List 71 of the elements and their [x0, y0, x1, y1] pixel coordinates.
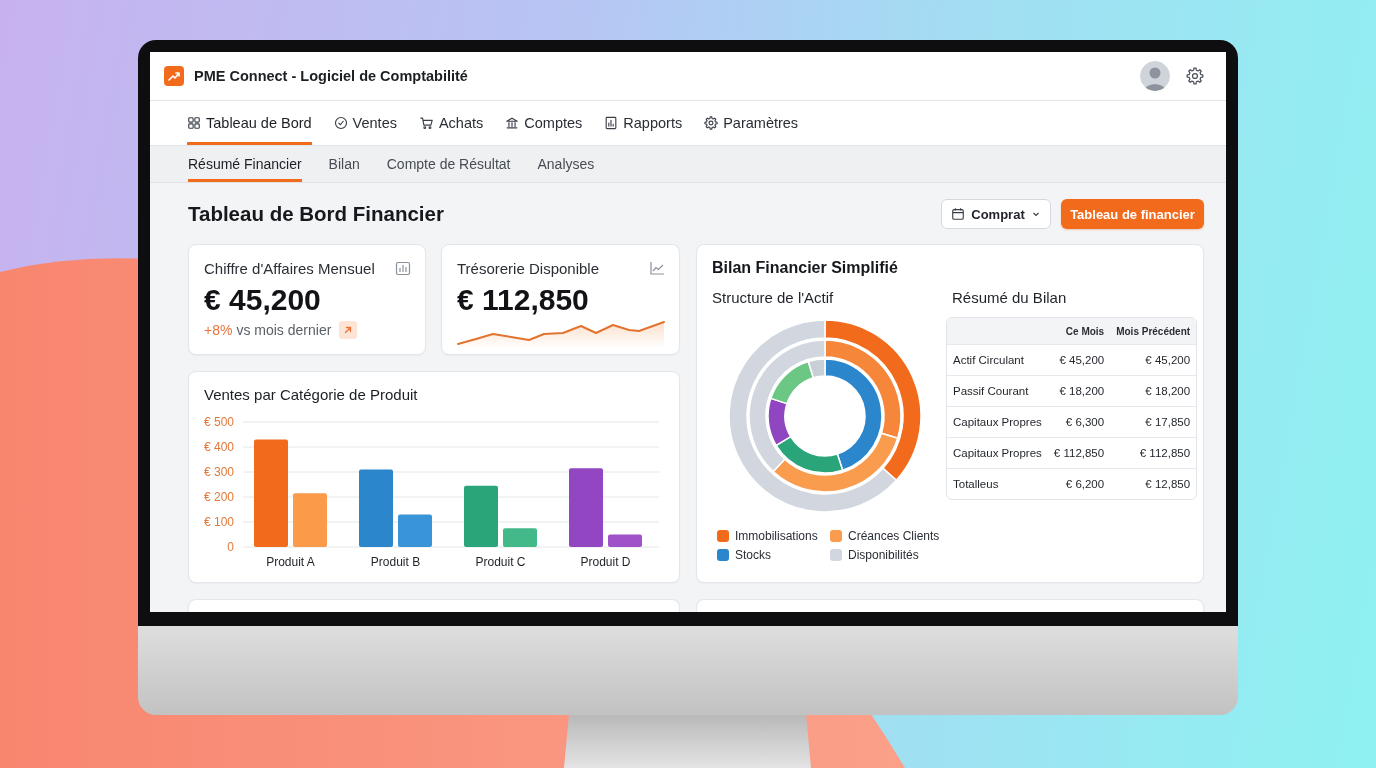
- bar: [503, 528, 537, 547]
- axis-tick-label: € 200: [204, 490, 234, 504]
- logo-icon: [164, 66, 184, 86]
- axis-tick-label: € 100: [204, 515, 234, 529]
- axis-tick-label: € 500: [204, 415, 234, 429]
- table-cell: € 18,200: [1047, 375, 1111, 406]
- legend-label: Disponibilités: [848, 548, 919, 562]
- report-icon: [604, 116, 619, 130]
- category-label: Produit C: [475, 555, 526, 569]
- settings-icon[interactable]: [1186, 67, 1204, 85]
- table-cell: € 6,200: [1047, 468, 1111, 499]
- kpi-value: € 45,200: [204, 284, 322, 316]
- table-cell: € 18,200: [1110, 375, 1197, 406]
- axis-tick-label: € 300: [204, 465, 234, 479]
- kpi-change-label: vs mois dernier: [236, 322, 332, 338]
- cart-icon: [418, 116, 434, 130]
- nav-tab[interactable]: Ventes: [333, 101, 397, 145]
- bar: [398, 514, 432, 547]
- page-title: Tableau de Bord Financier: [188, 202, 444, 226]
- nav-tab[interactable]: Achats: [418, 101, 484, 145]
- bank-icon: [505, 116, 520, 130]
- axis-tick-label: € 400: [204, 440, 234, 454]
- arrow-up-right-icon: [339, 321, 358, 339]
- line-chart-icon: [649, 260, 665, 276]
- kpi-label: Trésorerie Disponible: [457, 259, 599, 277]
- table-cell: € 17,850: [1110, 406, 1197, 437]
- chart-title: Ventes par Catégorie de Produit: [204, 386, 419, 404]
- avatar-icon[interactable]: [1140, 61, 1170, 91]
- row-label: Passif Courant: [947, 375, 1048, 406]
- table-cell: € 12,850: [1110, 468, 1197, 499]
- settings-icon: [704, 116, 719, 130]
- table-cell: € 112,850: [1047, 437, 1111, 468]
- column-header: Mois Précédent: [1110, 318, 1197, 344]
- nav-tab[interactable]: Paramètres: [704, 101, 799, 145]
- period-dropdown[interactable]: Comprat: [941, 199, 1051, 229]
- legend-label: Immobilisations: [735, 529, 818, 543]
- legend-label: Créances Clients: [848, 529, 940, 543]
- sub-tab[interactable]: Compte de Résultat: [386, 146, 511, 182]
- section-title: Résumé du Bilan: [952, 289, 1068, 307]
- sub-tab[interactable]: Résumé Financier: [188, 146, 302, 182]
- legend-label: Stocks: [735, 548, 771, 562]
- column-header: Ce Mois: [1047, 318, 1111, 344]
- app-title: PME Connect - Logiciel de Comptabilité: [194, 68, 468, 84]
- axis-tick-label: 0: [227, 540, 234, 554]
- grid-icon: [187, 116, 201, 130]
- kpi-label: Chiffre d'Affaires Mensuel: [204, 259, 375, 277]
- calendar-icon: [951, 207, 966, 221]
- table-cell: € 6,300: [1047, 406, 1111, 437]
- bar-chart-icon: [395, 260, 411, 276]
- category-label: Produit A: [266, 555, 315, 569]
- table-cell: € 112,850: [1110, 437, 1197, 468]
- table-cell: € 45,200: [1110, 344, 1197, 375]
- table-cell: € 45,200: [1047, 344, 1111, 375]
- row-label: Capitaux Propres: [947, 406, 1048, 437]
- row-label: Actif Circulant: [947, 344, 1048, 375]
- bar: [464, 485, 498, 547]
- sub-tab[interactable]: Bilan: [328, 146, 360, 182]
- category-label: Produit D: [580, 555, 631, 569]
- row-label: Capitaux Propres: [947, 437, 1048, 468]
- kpi-value: € 112,850: [457, 284, 590, 316]
- category-label: Produit B: [370, 555, 421, 569]
- kpi-change: +8%: [204, 322, 233, 338]
- card-title: Bilan Financier Simplifié: [712, 259, 899, 277]
- check-circle-icon: [333, 116, 348, 130]
- section-title: Structure de l'Actif: [712, 289, 835, 307]
- row-label: Totalleus: [947, 468, 1048, 499]
- sub-tab[interactable]: Analyses: [537, 146, 595, 182]
- nav-tab[interactable]: Rapports: [604, 101, 683, 145]
- nav-tab[interactable]: Comptes: [505, 101, 583, 145]
- bar: [293, 493, 327, 547]
- bar: [608, 534, 642, 547]
